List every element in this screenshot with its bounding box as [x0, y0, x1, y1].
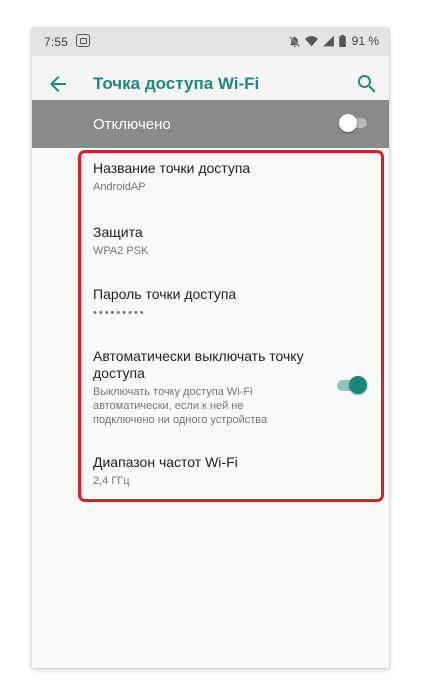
- setting-value: WPA2 PSK: [93, 245, 149, 257]
- hotspot-state-label: Отключено: [93, 116, 171, 133]
- mute-icon: [288, 35, 300, 47]
- setting-wifi-band[interactable]: Диапазон частот Wi-Fi 2,4 ГГц: [93, 454, 333, 488]
- setting-value: AndroidAP: [93, 181, 146, 193]
- setting-title: Диапазон частот Wi-Fi: [93, 454, 238, 470]
- wifi-hotspot-icon: [304, 36, 318, 47]
- status-bar: 7:55 91 %: [32, 28, 389, 56]
- setting-description: Выключать точку доступа Wi-Fi автоматиче…: [93, 386, 268, 426]
- toggle-thumb: [349, 376, 367, 394]
- setting-value: 2,4 ГГц: [93, 475, 130, 487]
- setting-hotspot-name[interactable]: Название точки доступа AndroidAP: [93, 160, 333, 194]
- signal-icon: [322, 35, 334, 47]
- setting-title: Защита: [93, 224, 143, 240]
- auto-turn-off-toggle[interactable]: [337, 376, 367, 394]
- battery-icon: [338, 35, 346, 47]
- battery-percent: 91 %: [351, 34, 379, 48]
- phone-screen: 7:55 91 % Точка доступа Wi-Fi Отключено …: [32, 28, 389, 668]
- setting-auto-turn-off[interactable]: Автоматически выключать точку доступа Вы…: [93, 348, 333, 427]
- setting-security[interactable]: Защита WPA2 PSK: [93, 224, 333, 258]
- notification-icon: [76, 34, 90, 47]
- hotspot-master-switch-bar[interactable]: Отключено: [32, 100, 389, 148]
- status-icons: 91 %: [288, 34, 379, 48]
- search-icon[interactable]: [355, 72, 379, 96]
- hotspot-toggle[interactable]: [339, 114, 367, 132]
- back-arrow-icon[interactable]: [46, 72, 70, 96]
- status-time: 7:55: [44, 35, 69, 49]
- setting-title: Название точки доступа: [93, 160, 251, 176]
- page-title: Точка доступа Wi-Fi: [93, 74, 260, 93]
- setting-title: Пароль точки доступа: [93, 286, 237, 302]
- setting-title: Автоматически выключать точку доступа: [93, 348, 304, 381]
- password-mask: •••••••••: [93, 307, 146, 319]
- setting-hotspot-password[interactable]: Пароль точки доступа •••••••••: [93, 286, 333, 320]
- toggle-thumb: [339, 114, 357, 132]
